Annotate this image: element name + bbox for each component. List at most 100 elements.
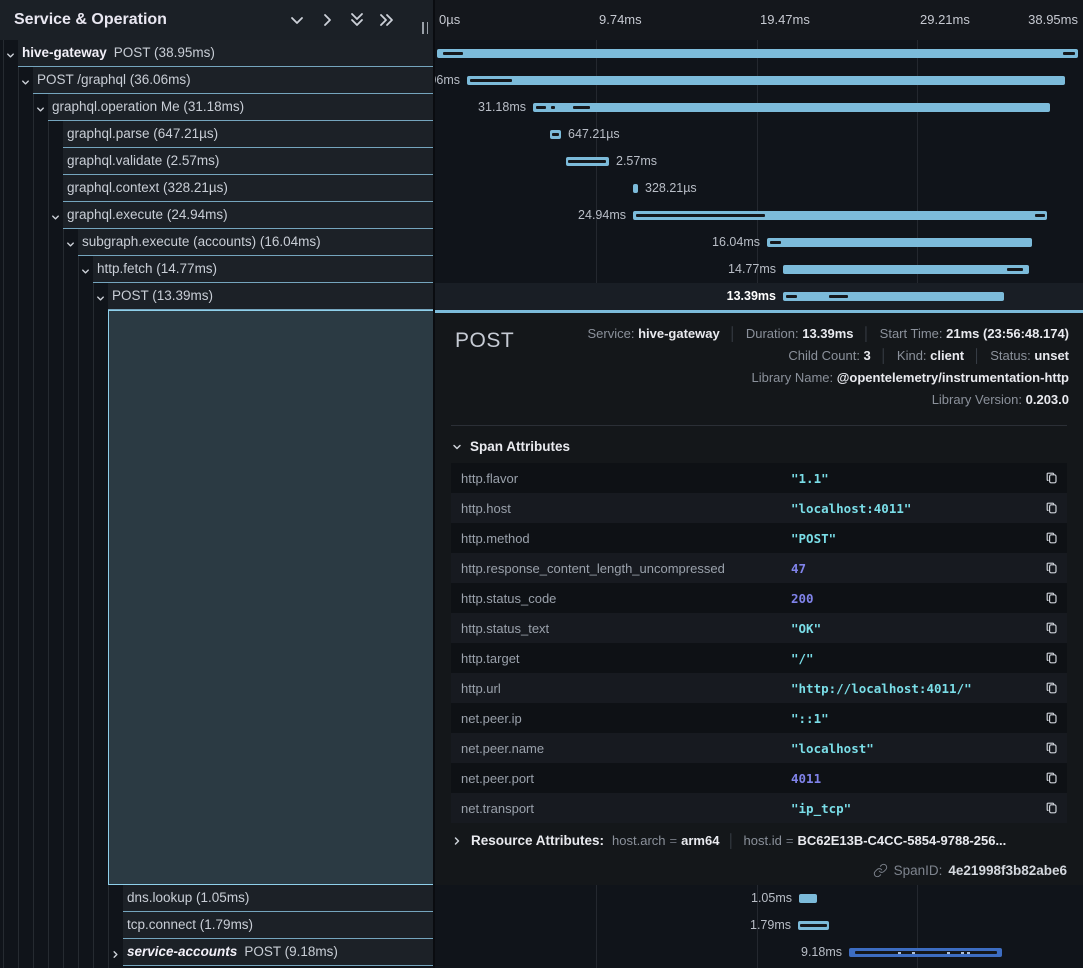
span-row[interactable]: hive-gatewayPOST (38.95ms) bbox=[0, 40, 1083, 67]
copy-icon[interactable] bbox=[1037, 733, 1067, 763]
chevron-down-icon[interactable] bbox=[20, 75, 31, 86]
meta-label: Service: bbox=[587, 326, 638, 341]
tree-pane-header: Service & Operation bbox=[0, 0, 434, 40]
span-row[interactable]: tcp.connect (1.79ms)1.79ms bbox=[0, 912, 1083, 939]
span-timeline-cell[interactable]: 2.57ms bbox=[435, 148, 1083, 175]
meta-value: unset bbox=[1034, 348, 1069, 363]
copy-icon[interactable] bbox=[1037, 523, 1067, 553]
span-timeline-cell[interactable]: 647.21µs bbox=[435, 121, 1083, 148]
meta-separator: │ bbox=[729, 326, 737, 341]
copy-icon[interactable] bbox=[1037, 763, 1067, 793]
chevron-down-icon[interactable] bbox=[5, 48, 16, 59]
span-tree-cell[interactable]: graphql.execute (24.94ms) bbox=[63, 202, 433, 229]
chevron-down-icon[interactable] bbox=[95, 291, 106, 302]
span-tree-cell[interactable]: hive-gatewayPOST (38.95ms) bbox=[18, 40, 433, 67]
span-duration-bar[interactable] bbox=[767, 238, 1032, 247]
sub-span-dot bbox=[898, 952, 901, 954]
span-row[interactable]: graphql.execute (24.94ms)24.94ms bbox=[0, 202, 1083, 229]
span-timeline-cell[interactable] bbox=[435, 40, 1083, 67]
copy-icon[interactable] bbox=[1037, 613, 1067, 643]
copy-icon[interactable] bbox=[1037, 583, 1067, 613]
span-duration-bar[interactable] bbox=[437, 49, 1078, 58]
attribute-key: http.url bbox=[451, 681, 791, 696]
copy-icon[interactable] bbox=[1037, 553, 1067, 583]
span-tree-cell[interactable]: service-accountsPOST (9.18ms) bbox=[123, 939, 433, 966]
attribute-key: http.flavor bbox=[451, 471, 791, 486]
span-attributes-toggle[interactable]: Span Attributes bbox=[451, 439, 570, 454]
span-duration-bar[interactable] bbox=[783, 265, 1029, 274]
span-operation-label: subgraph.execute (accounts) (16.04ms) bbox=[78, 229, 433, 255]
resource-equals: = bbox=[786, 833, 794, 848]
span-row[interactable]: graphql.context (328.21µs)328.21µs bbox=[0, 175, 1083, 202]
span-service-name: hive-gateway bbox=[22, 45, 107, 60]
span-tree-cell[interactable]: tcp.connect (1.79ms) bbox=[123, 912, 433, 939]
collapse-one-icon[interactable] bbox=[286, 9, 308, 31]
bar-duration-label: 36.06ms bbox=[435, 67, 460, 94]
span-row[interactable]: service-accountsPOST (9.18ms)9.18ms bbox=[0, 939, 1083, 966]
resource-attributes-toggle[interactable]: Resource Attributes: host.arch=arm64│hos… bbox=[451, 833, 1006, 848]
bar-duration-label: 14.77ms bbox=[728, 256, 776, 283]
attribute-row: http.url"http://localhost:4011/" bbox=[451, 673, 1067, 703]
expand-one-icon[interactable] bbox=[316, 9, 338, 31]
span-row[interactable]: http.fetch (14.77ms) 14.77ms bbox=[0, 256, 1083, 283]
span-tree-cell[interactable]: subgraph.execute (accounts) (16.04ms) bbox=[78, 229, 433, 256]
span-tree-cell[interactable]: graphql.operation Me (31.18ms) bbox=[48, 94, 433, 121]
span-tree-cell[interactable]: http.fetch (14.77ms) bbox=[93, 256, 433, 283]
span-row[interactable]: dns.lookup (1.05ms)1.05ms bbox=[0, 885, 1083, 912]
sub-span-dot bbox=[947, 952, 950, 954]
copy-icon[interactable] bbox=[1037, 463, 1067, 493]
copy-icon[interactable] bbox=[1037, 703, 1067, 733]
link-icon[interactable] bbox=[873, 863, 888, 878]
chevron-right-icon[interactable] bbox=[110, 947, 121, 958]
timeline-tick-label: 38.95ms bbox=[1028, 0, 1078, 40]
child-span-mark bbox=[551, 106, 555, 109]
span-duration-bar[interactable] bbox=[467, 76, 1065, 85]
pane-resizer-handle[interactable] bbox=[422, 22, 428, 34]
span-duration-bar[interactable] bbox=[783, 292, 1004, 301]
span-tree-cell[interactable]: graphql.parse (647.21µs) bbox=[63, 121, 433, 148]
span-tree-cell[interactable]: graphql.validate (2.57ms) bbox=[63, 148, 433, 175]
chevron-down-icon[interactable] bbox=[50, 210, 61, 221]
bar-duration-label: 31.18ms bbox=[478, 94, 526, 121]
span-row[interactable]: subgraph.execute (accounts) (16.04ms)16.… bbox=[0, 229, 1083, 256]
pane-divider[interactable] bbox=[433, 0, 435, 968]
span-timeline-cell[interactable]: 16.04ms bbox=[435, 229, 1083, 256]
span-timeline-cell[interactable]: 9.18ms bbox=[435, 939, 1083, 966]
span-id-value: 4e21998f3b82abe6 bbox=[948, 863, 1067, 878]
copy-icon[interactable] bbox=[1037, 643, 1067, 673]
span-timeline-cell[interactable]: 36.06ms bbox=[435, 67, 1083, 94]
span-timeline-cell[interactable]: 31.18ms bbox=[435, 94, 1083, 121]
resource-equals: = bbox=[670, 833, 678, 848]
span-row[interactable]: POST /graphql (36.06ms)36.06ms bbox=[0, 67, 1083, 94]
span-duration-bar[interactable] bbox=[633, 184, 638, 193]
detail-meta-line: Service: hive-gateway│Duration: 13.39ms│… bbox=[587, 323, 1069, 345]
span-timeline-cell[interactable]: 1.05ms bbox=[435, 885, 1083, 912]
span-id: SpanID: 4e21998f3b82abe6 bbox=[873, 863, 1067, 878]
span-duration-bar[interactable] bbox=[799, 894, 817, 903]
span-duration-bar[interactable] bbox=[533, 103, 1050, 112]
chevron-down-icon[interactable] bbox=[65, 237, 76, 248]
span-tree-cell[interactable]: dns.lookup (1.05ms) bbox=[123, 885, 433, 912]
span-timeline-cell[interactable]: 13.39ms bbox=[435, 283, 1083, 310]
span-row[interactable]: POST (13.39ms)13.39ms bbox=[0, 283, 1083, 310]
span-timeline-cell[interactable]: 24.94ms bbox=[435, 202, 1083, 229]
span-timeline-cell[interactable]: 14.77ms bbox=[435, 256, 1083, 283]
expand-all-icon[interactable] bbox=[376, 9, 398, 31]
meta-label: Kind: bbox=[897, 348, 930, 363]
chevron-down-icon bbox=[451, 441, 463, 453]
child-span-mark bbox=[855, 951, 997, 954]
span-tree-cell[interactable]: POST /graphql (36.06ms) bbox=[33, 67, 433, 94]
copy-icon[interactable] bbox=[1037, 673, 1067, 703]
span-row[interactable]: graphql.operation Me (31.18ms) 31.18ms bbox=[0, 94, 1083, 121]
span-timeline-cell[interactable]: 328.21µs bbox=[435, 175, 1083, 202]
span-row[interactable]: graphql.parse (647.21µs)647.21µs bbox=[0, 121, 1083, 148]
span-row[interactable]: graphql.validate (2.57ms)2.57ms bbox=[0, 148, 1083, 175]
span-tree-cell[interactable]: graphql.context (328.21µs) bbox=[63, 175, 433, 202]
chevron-down-icon[interactable] bbox=[35, 102, 46, 113]
copy-icon[interactable] bbox=[1037, 493, 1067, 523]
span-tree-cell[interactable]: POST (13.39ms) bbox=[108, 283, 433, 310]
span-timeline-cell[interactable]: 1.79ms bbox=[435, 912, 1083, 939]
copy-icon[interactable] bbox=[1037, 793, 1067, 823]
chevron-down-icon[interactable] bbox=[80, 264, 91, 275]
collapse-all-icon[interactable] bbox=[346, 9, 368, 31]
